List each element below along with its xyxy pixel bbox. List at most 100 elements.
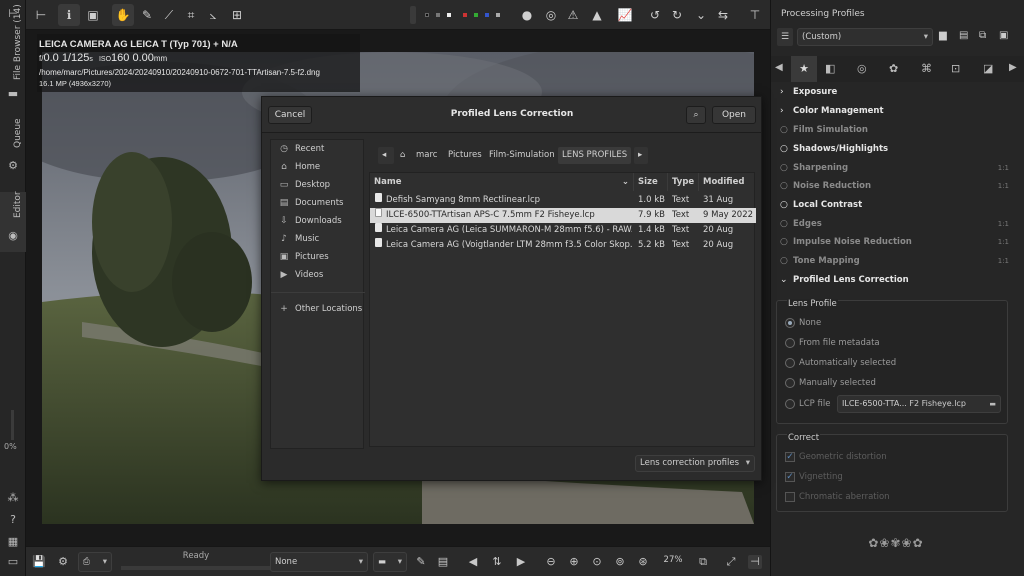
path-back-icon[interactable]: ◂ xyxy=(378,147,394,164)
fullscreen-icon[interactable]: ⤢ xyxy=(724,555,738,569)
tool-local-contrast[interactable]: ○ Local Contrast xyxy=(779,196,1019,214)
tab-color-icon[interactable]: ✿ xyxy=(889,62,898,75)
channel-lum-swatch[interactable] xyxy=(496,13,500,17)
filter-combo[interactable]: Lens correction profiles ▾ xyxy=(635,455,755,472)
chevron-left-icon[interactable]: ◀ xyxy=(775,62,783,73)
tool-shadows-highlights[interactable]: ○ Shadows/Highlights xyxy=(779,140,1019,158)
edit-external-icon[interactable]: ✎ xyxy=(414,555,428,569)
collapse-top-icon[interactable]: ⊤ xyxy=(744,4,766,26)
folder-open-icon[interactable]: ▆ xyxy=(939,30,947,41)
rotate-right-icon[interactable]: ↻ xyxy=(666,4,688,26)
focus-mask-icon[interactable]: ● xyxy=(516,4,538,26)
place-downloads[interactable]: ⇩ Downloads xyxy=(271,212,365,230)
info-icon[interactable]: ℹ xyxy=(58,4,80,26)
flip-vertical-icon[interactable]: ⌄ xyxy=(690,4,712,26)
paste-profile-icon[interactable]: ▣ xyxy=(999,30,1008,41)
toggle-bottom-icon[interactable]: ▭ xyxy=(7,556,19,568)
crop-icon[interactable]: ⌗ xyxy=(180,4,202,26)
place-pictures[interactable]: ▣ Pictures xyxy=(271,248,365,266)
place-other-locations[interactable]: + Other Locations xyxy=(271,300,365,318)
straighten-icon[interactable]: ⟋ xyxy=(158,4,180,26)
clip-shadow-icon[interactable]: ◎ xyxy=(540,4,562,26)
file-row-selected[interactable]: ILCE-6500-TTArtisan APS-C 7.5mm F2 Fishe… xyxy=(370,208,756,223)
zoom-fit-crop-icon[interactable]: ⊛ xyxy=(636,555,650,569)
crumb-film-simulation[interactable]: Film-Simulation xyxy=(485,147,559,164)
tool-noise-reduction[interactable]: ○ Noise Reduction 1:1 xyxy=(779,177,1019,195)
chevron-right-icon[interactable]: ▶ xyxy=(1009,62,1017,73)
home-icon[interactable]: ⌂ xyxy=(396,147,410,164)
rotate-left-icon[interactable]: ↺ xyxy=(644,4,666,26)
send-to-gimp-icon[interactable]: ▤ xyxy=(436,555,450,569)
grid-icon[interactable]: ▦ xyxy=(7,536,19,548)
tool-edges[interactable]: ○ Edges 1:1 xyxy=(779,215,1019,233)
tool-impulse-noise[interactable]: ○ Impulse Noise Reduction 1:1 xyxy=(779,233,1019,251)
open-button[interactable]: Open xyxy=(712,106,756,124)
aperture-icon[interactable]: ◉ xyxy=(7,230,19,242)
path-forward-icon[interactable]: ▸ xyxy=(634,147,648,164)
tab-raw-icon[interactable]: ◪ xyxy=(983,62,993,75)
wand-icon[interactable]: ⁂ xyxy=(7,492,19,504)
warning-shadow-icon[interactable]: ⚠ xyxy=(562,4,584,26)
tab-transform-icon[interactable]: ⊡ xyxy=(951,62,960,75)
collapse-right-icon[interactable]: ⊣ xyxy=(748,555,762,569)
lcp-file-chooser[interactable]: ILCE-6500-TTA... F2 Fisheye.lcp ▬ xyxy=(837,395,1001,413)
save-profile-icon[interactable]: ▤ xyxy=(959,30,968,41)
place-home[interactable]: ⌂ Home xyxy=(271,158,365,176)
tool-color-management[interactable]: › Color Management xyxy=(779,102,1019,120)
collapse-left-icon[interactable]: ⊢ xyxy=(30,4,52,26)
transform-icon[interactable]: ⦣ xyxy=(202,4,224,26)
place-desktop[interactable]: ▭ Desktop xyxy=(271,176,365,194)
new-window-icon[interactable]: ⧉ xyxy=(696,555,710,569)
place-documents[interactable]: ▤ Documents xyxy=(271,194,365,212)
file-row[interactable]: Defish Samyang 8mm Rectlinear.lcp 1.0 kB… xyxy=(370,193,756,208)
place-videos[interactable]: ▶ Videos xyxy=(271,266,365,284)
crumb-lens-profiles[interactable]: LENS PROFILES xyxy=(558,147,632,164)
column-modified[interactable]: Modified xyxy=(699,173,756,191)
flip-horizontal-icon[interactable]: ⇆ xyxy=(712,4,734,26)
bg-black-swatch[interactable] xyxy=(425,13,429,17)
perspective-icon[interactable]: ⊞ xyxy=(226,4,248,26)
column-type[interactable]: Type xyxy=(668,173,699,191)
copy-profile-icon[interactable]: ⧉ xyxy=(979,30,986,41)
help-icon[interactable]: ? xyxy=(7,514,19,526)
zoom-100-icon[interactable]: ⊙ xyxy=(590,555,604,569)
channel-green-swatch[interactable] xyxy=(474,13,478,17)
before-after-icon[interactable]: ▣ xyxy=(82,4,104,26)
crumb-pictures[interactable]: Pictures xyxy=(444,147,486,164)
next-image-icon[interactable]: ▶ xyxy=(514,555,528,569)
zoom-out-icon[interactable]: ⊖ xyxy=(544,555,558,569)
preview-profile-combo[interactable]: None ▾ xyxy=(270,552,368,572)
tab-detail-icon[interactable]: ◎ xyxy=(857,62,867,75)
editor-export-combo[interactable]: ⎙ ▾ xyxy=(78,552,112,572)
channel-red-swatch[interactable] xyxy=(463,13,467,17)
column-name[interactable]: Name ⌄ xyxy=(370,173,634,191)
bg-white-swatch[interactable] xyxy=(447,13,451,17)
zoom-in-icon[interactable]: ⊕ xyxy=(567,555,581,569)
place-music[interactable]: ♪ Music xyxy=(271,230,365,248)
folder-icon[interactable]: ▬ xyxy=(7,88,19,100)
swatch-handle[interactable] xyxy=(410,6,416,24)
sync-image-icon[interactable]: ⇅ xyxy=(490,555,504,569)
color-picker-icon[interactable]: ✎ xyxy=(136,4,158,26)
tool-exposure[interactable]: › Exposure xyxy=(779,83,1019,101)
gears-icon[interactable]: ⚙ xyxy=(7,160,19,172)
histogram-icon[interactable]: 📈 xyxy=(614,4,636,26)
hand-tool-icon[interactable]: ✋ xyxy=(112,4,134,26)
file-row[interactable]: Leica Camera AG (Leica SUMMARON-M 28mm f… xyxy=(370,223,756,238)
tab-exposure-icon[interactable]: ◧ xyxy=(825,62,835,75)
queue-add-icon[interactable]: ⚙ xyxy=(56,555,70,569)
tab-favorites-icon[interactable]: ★ xyxy=(791,56,817,82)
channel-blue-swatch[interactable] xyxy=(485,13,489,17)
place-recent[interactable]: ◷ Recent xyxy=(271,140,365,158)
file-row[interactable]: Leica Camera AG (Voigtlander LTM 28mm f3… xyxy=(370,238,756,253)
zoom-fit-icon[interactable]: ⊚ xyxy=(613,555,627,569)
snapshot-combo[interactable]: ▬ ▾ xyxy=(373,552,407,572)
tool-film-simulation[interactable]: ○ Film Simulation xyxy=(779,121,1019,139)
bg-gray-swatch[interactable] xyxy=(436,13,440,17)
tool-sharpening[interactable]: ○ Sharpening 1:1 xyxy=(779,159,1019,177)
tab-advanced-icon[interactable]: ⌘ xyxy=(921,62,932,75)
crumb-marc[interactable]: marc xyxy=(412,147,441,164)
column-size[interactable]: Size xyxy=(634,173,668,191)
search-icon[interactable]: ⌕ xyxy=(686,106,706,124)
profile-combo[interactable]: (Custom) ▾ xyxy=(797,28,933,46)
